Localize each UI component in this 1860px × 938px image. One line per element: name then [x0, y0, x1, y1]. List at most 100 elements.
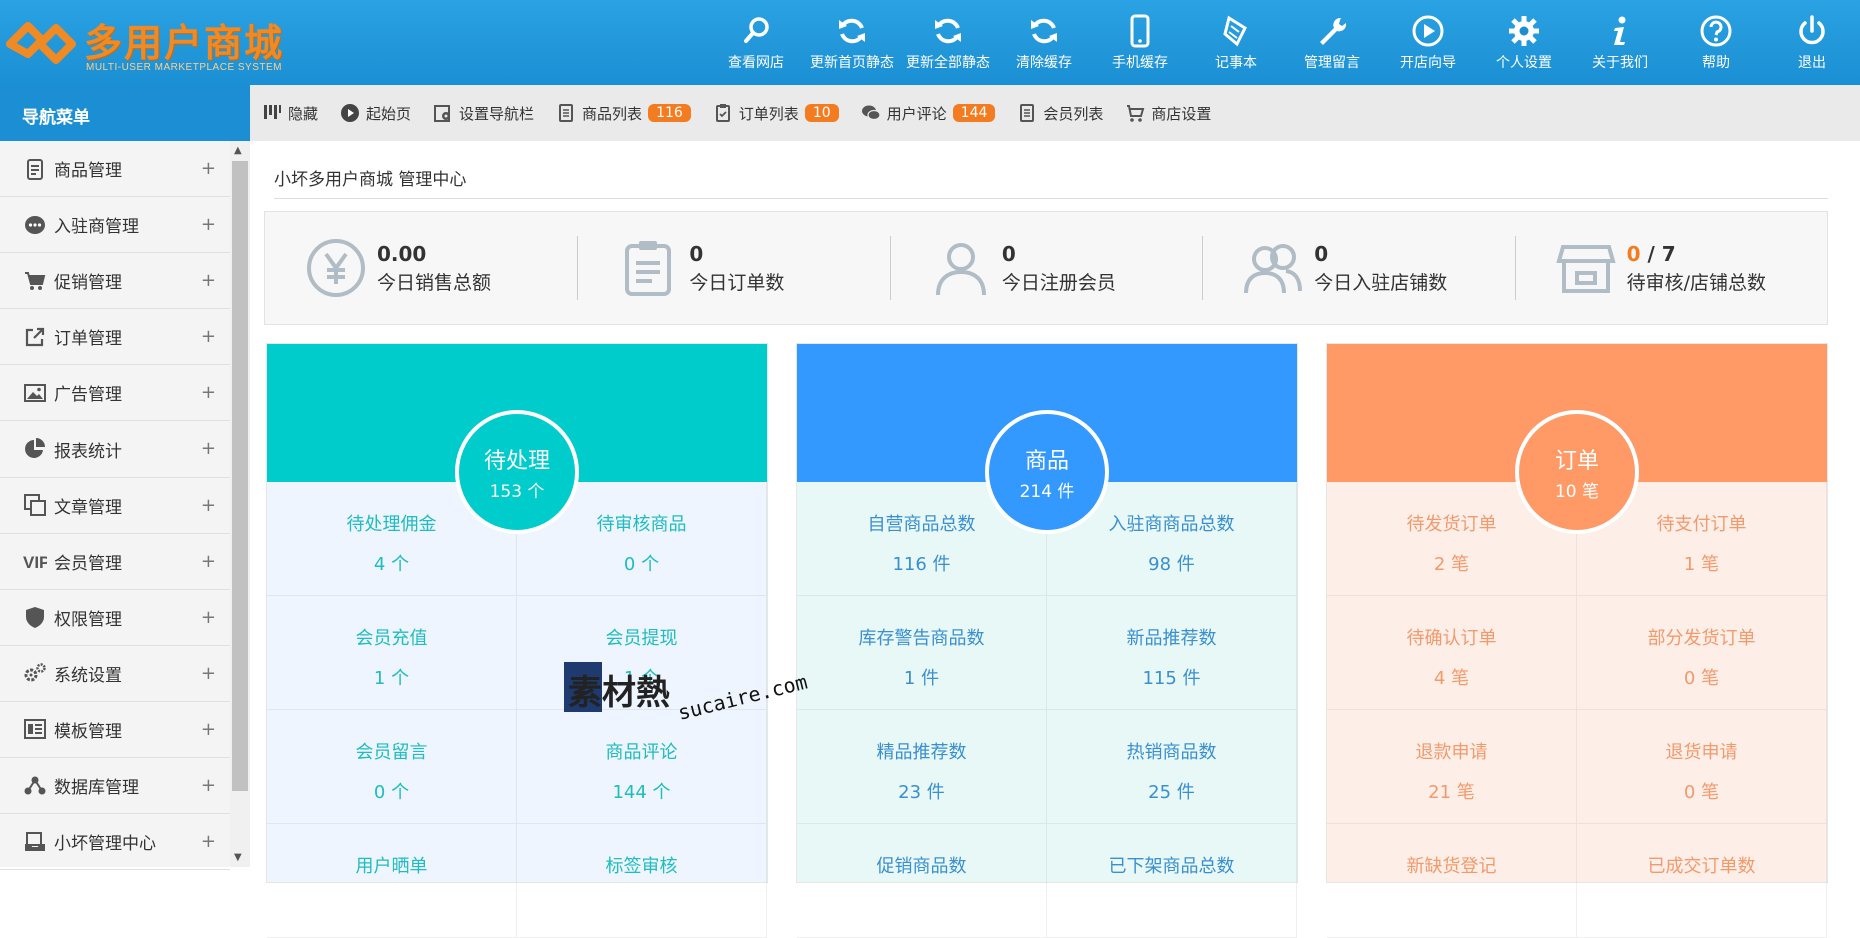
sidebar-item-label: 文章管理 [54, 497, 122, 518]
stat-value: 0 [1314, 241, 1329, 266]
panel-cell[interactable]: 精品推荐数 23 件 [797, 710, 1047, 824]
sidebar-item-templates[interactable]: 模板管理 + [0, 702, 230, 759]
cell-label: 已下架商品总数 [1108, 856, 1235, 877]
expand-icon[interactable]: + [201, 438, 216, 459]
toolbar-order-list[interactable]: 订单列表 10 [713, 103, 839, 124]
sidebar-item-label: 模板管理 [54, 721, 122, 742]
scroll-up-icon[interactable]: ▲ [234, 145, 242, 156]
toolbar-user-comments[interactable]: 用户评论 144 [861, 103, 996, 124]
scroll-down-icon[interactable]: ▼ [234, 852, 242, 863]
panel-cell[interactable]: 热销商品数 25 件 [1047, 710, 1297, 824]
panel-cell[interactable]: 已成交订单数 [1577, 824, 1827, 938]
panel-cell[interactable]: 退货申请 0 笔 [1577, 710, 1827, 824]
toolbar-product-list[interactable]: 商品列表 116 [556, 103, 691, 124]
expand-icon[interactable]: + [201, 495, 216, 516]
stat-caption: 待审核/店铺总数 [1626, 271, 1767, 294]
panel-cell[interactable]: 标签审核 [517, 824, 767, 938]
panel-cell[interactable]: 促销商品数 [797, 824, 1047, 938]
nav-manage-messages[interactable]: 管理留言 [1284, 0, 1380, 85]
panel-cell[interactable]: 退款申请 21 笔 [1327, 710, 1577, 824]
nav-clear-cache[interactable]: 清除缓存 [996, 0, 1092, 85]
sidebar-item-label: 订单管理 [54, 329, 122, 350]
panel-cell[interactable]: 新品推荐数 115 件 [1047, 596, 1297, 710]
watermark-brand: 素材熱 [568, 673, 670, 713]
nav-label: 清除缓存 [1016, 55, 1072, 71]
nav-personal-settings[interactable]: 个人设置 [1476, 0, 1572, 85]
nav-view-store[interactable]: 查看网店 [708, 0, 804, 85]
expand-icon[interactable]: + [201, 551, 216, 572]
toolbar-member-list[interactable]: 会员列表 [1017, 103, 1103, 124]
toolbar-store-settings[interactable]: 商店设置 [1125, 103, 1211, 124]
cell-label: 标签审核 [605, 856, 678, 877]
stat-caption: 今日注册会员 [1001, 271, 1116, 294]
toolbar-set-nav[interactable]: 设置导航栏 [433, 103, 534, 124]
count-badge: 116 [648, 104, 691, 122]
sidebar-item-system-settings[interactable]: 系统设置 + [0, 646, 230, 702]
sidebar-item-members[interactable]: VIP 会员管理 + [0, 534, 230, 590]
cell-label: 待确认订单 [1406, 628, 1497, 649]
panel-cell[interactable]: 用户晒单 [267, 824, 517, 938]
sidebar-item-label: 入驻商管理 [54, 217, 139, 238]
nav-help[interactable]: 帮助 [1668, 0, 1764, 85]
panel-cell[interactable]: 会员充值 1 个 [267, 596, 517, 710]
logo[interactable]: 多用户商城 MULTI-USER MARKETPLACE SYSTEM [0, 8, 310, 78]
expand-icon[interactable]: + [201, 775, 216, 796]
users-icon [1244, 244, 1303, 294]
expand-icon[interactable]: + [201, 831, 216, 852]
nav-mobile-cache[interactable]: 手机缓存 [1092, 0, 1188, 85]
panel-products: 商品 214 件 自营商品总数 116 件 入驻商商品总数 98 件 库存警告商品数… [796, 343, 1298, 938]
sidebar-item-promotions[interactable]: 促销管理 + [0, 253, 230, 310]
sidebar-item-orders[interactable]: 订单管理 + [0, 309, 230, 366]
toolbar-label: 设置导航栏 [459, 104, 535, 123]
power-icon [1799, 15, 1825, 45]
shield-icon [22, 604, 48, 630]
panel-cell[interactable]: 库存警告商品数 1 件 [797, 596, 1047, 710]
info-icon [1614, 16, 1626, 45]
panel-cell[interactable]: 新缺货登记 [1327, 824, 1577, 938]
panel-circle: 待处理 153 个 [455, 410, 579, 534]
sidebar-item-database[interactable]: 数据库管理 + [0, 758, 230, 815]
panel-cell[interactable]: 已下架商品总数 [1047, 824, 1297, 938]
sidebar-item-merchants[interactable]: 入驻商管理 + [0, 197, 230, 254]
sidebar-item-permissions[interactable]: 权限管理 + [0, 590, 230, 646]
expand-icon[interactable]: + [201, 719, 216, 740]
nav-label: 关于我们 [1592, 55, 1648, 71]
nav-logout[interactable]: 退出 [1764, 0, 1860, 85]
nav-about-us[interactable]: 关于我们 [1572, 0, 1668, 85]
notebook-icon [1223, 15, 1247, 47]
sidebar-item-reports[interactable]: 报表统计 + [0, 421, 230, 478]
expand-icon[interactable]: + [201, 326, 216, 347]
cell-value: 144 个 [612, 782, 671, 803]
toolbar-hide[interactable]: 隐藏 [262, 103, 318, 124]
logo-title: 多用户商城 [84, 21, 285, 65]
panel-cell[interactable]: 待确认订单 4 笔 [1327, 596, 1577, 710]
copy-icon [22, 492, 48, 518]
panel-title: 订单 [1554, 448, 1599, 474]
panel-cell[interactable]: 部分发货订单 0 笔 [1577, 596, 1827, 710]
refresh-icon [1031, 18, 1057, 44]
nav-update-all-static[interactable]: 更新全部静态 [900, 0, 996, 85]
sidebar-scrollbar[interactable]: ▲ ▼ [230, 141, 250, 867]
watermark-url: sucaire.com [675, 670, 809, 725]
sidebar-item-products[interactable]: 商品管理 + [0, 141, 230, 198]
expand-icon[interactable]: + [201, 214, 216, 235]
stat-new-members: 0 今日注册会员 [889, 212, 1202, 324]
toolbar-label: 用户评论 [886, 104, 947, 123]
scroll-thumb[interactable] [232, 161, 248, 791]
sidebar-item-articles[interactable]: 文章管理 + [0, 478, 230, 534]
panel-cell[interactable]: 会员留言 0 个 [267, 710, 517, 824]
sidebar-item-ads[interactable]: 广告管理 + [0, 365, 230, 422]
stat-value-highlight: 0 [1626, 241, 1641, 266]
sidebar-item-admin-center[interactable]: 小坏管理中心 + [0, 814, 230, 871]
divider [274, 198, 1828, 199]
cell-label: 库存警告商品数 [858, 628, 985, 649]
nav-store-wizard[interactable]: 开店向导 [1380, 0, 1476, 85]
nav-notebook[interactable]: 记事本 [1188, 0, 1284, 85]
expand-icon[interactable]: + [201, 270, 216, 291]
toolbar-start-page[interactable]: 起始页 [340, 103, 411, 124]
expand-icon[interactable]: + [201, 382, 216, 403]
nav-update-home-static[interactable]: 更新首页静态 [804, 0, 900, 85]
expand-icon[interactable]: + [201, 158, 216, 179]
expand-icon[interactable]: + [201, 663, 216, 684]
expand-icon[interactable]: + [201, 607, 216, 628]
